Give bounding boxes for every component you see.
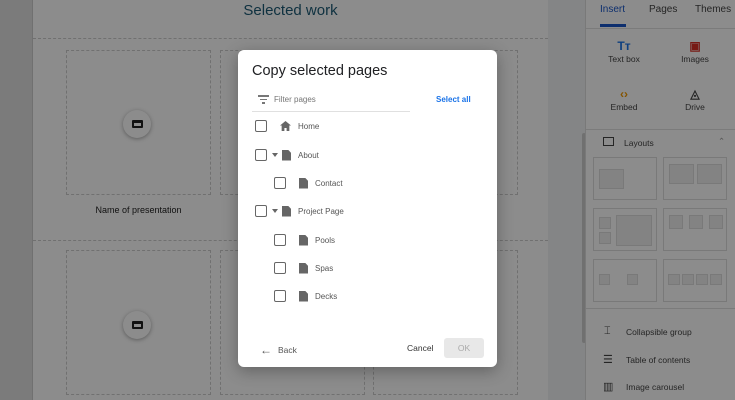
expand-caret-icon[interactable] <box>272 153 278 157</box>
page-label: Pools <box>315 236 335 245</box>
page-label: About <box>298 151 319 160</box>
page-icon <box>299 178 308 189</box>
page-row[interactable]: Spas <box>274 260 333 276</box>
page-checkbox[interactable] <box>255 149 267 161</box>
page-checkbox[interactable] <box>274 234 286 246</box>
page-row[interactable]: Pools <box>274 232 335 248</box>
page-label: Spas <box>315 264 333 273</box>
cancel-button[interactable]: Cancel <box>407 343 433 353</box>
expand-caret-icon[interactable] <box>272 209 278 213</box>
page-label: Home <box>298 122 319 131</box>
copy-pages-dialog: Copy selected pages Select all Home About… <box>238 50 497 367</box>
select-all-button[interactable]: Select all <box>436 95 471 104</box>
page-icon <box>299 291 308 302</box>
ok-button[interactable]: OK <box>444 338 484 358</box>
page-label: Decks <box>315 292 337 301</box>
filter-underline <box>252 111 410 112</box>
page-checkbox[interactable] <box>255 120 267 132</box>
home-icon <box>280 121 291 131</box>
page-icon <box>299 235 308 246</box>
dialog-title: Copy selected pages <box>252 63 387 79</box>
page-icon <box>299 263 308 274</box>
page-row[interactable]: Contact <box>274 175 343 191</box>
page-checkbox[interactable] <box>274 262 286 274</box>
page-row[interactable]: Home <box>255 118 319 134</box>
back-label: Back <box>278 345 297 355</box>
back-button[interactable]: ← Back <box>260 343 297 357</box>
arrow-left-icon: ← <box>260 343 272 357</box>
filter-pages-input[interactable] <box>274 92 404 106</box>
page-row[interactable]: Project Page <box>255 203 344 219</box>
page-icon <box>282 150 291 161</box>
filter-icon <box>258 95 269 104</box>
page-checkbox[interactable] <box>274 177 286 189</box>
page-icon <box>282 206 291 217</box>
page-label: Contact <box>315 179 343 188</box>
page-checkbox[interactable] <box>255 205 267 217</box>
page-checkbox[interactable] <box>274 290 286 302</box>
page-row[interactable]: Decks <box>274 288 337 304</box>
page-label: Project Page <box>298 207 344 216</box>
page-row[interactable]: About <box>255 147 319 163</box>
